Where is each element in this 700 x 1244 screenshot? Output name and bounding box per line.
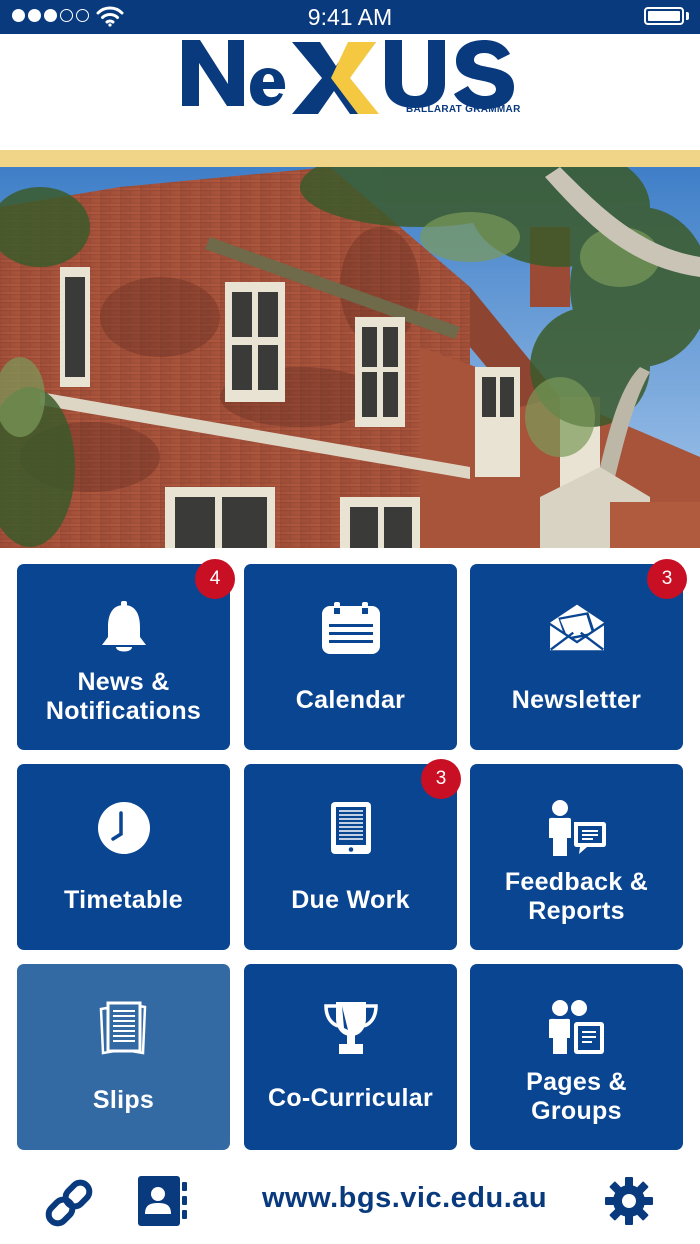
bell-icon — [94, 600, 154, 656]
gear-icon[interactable] — [604, 1176, 654, 1226]
link-icon[interactable] — [42, 1176, 96, 1230]
tile-label: Newsletter — [511, 686, 642, 714]
school-building-photo — [0, 167, 700, 548]
notification-badge: 3 — [647, 559, 687, 599]
trophy-icon — [321, 1000, 381, 1056]
feedback-icon — [547, 800, 607, 856]
footer-bar: www.bgs.vic.edu.au — [0, 1160, 700, 1244]
notification-badge: 4 — [195, 559, 235, 599]
app-header: BALLARAT GRAMMAR — [0, 34, 700, 151]
tile-label: Timetable — [64, 886, 183, 914]
gold-divider — [0, 150, 700, 167]
tile-label: Slips — [92, 1086, 155, 1114]
slips-icon — [94, 1000, 154, 1056]
tile-label: Calendar — [295, 686, 406, 714]
envelope-icon — [547, 600, 607, 656]
tile-newsletter[interactable]: Newsletter 3 — [470, 559, 687, 750]
tile-label: Due Work — [291, 886, 410, 914]
nexus-logo: BALLARAT GRAMMAR — [180, 34, 520, 116]
tablet-icon — [321, 800, 381, 856]
notification-badge: 3 — [421, 759, 461, 799]
tile-pages-groups[interactable]: Pages & Groups — [470, 964, 683, 1150]
contacts-icon[interactable] — [136, 1174, 190, 1228]
tile-label: News & Notifications — [45, 668, 202, 725]
status-bar: 9:41 AM — [0, 0, 700, 34]
status-time: 9:41 AM — [307, 4, 393, 30]
tile-timetable[interactable]: Timetable — [17, 764, 230, 950]
clock-icon — [94, 800, 154, 856]
tile-slips[interactable]: Slips — [17, 964, 230, 1150]
tile-label: Pages & Groups — [526, 1068, 627, 1125]
groups-icon — [547, 1000, 607, 1056]
website-link[interactable]: www.bgs.vic.edu.au — [262, 1182, 547, 1215]
logo-subtitle: BALLARAT GRAMMAR — [406, 104, 521, 115]
tile-feedback-reports[interactable]: Feedback & Reports — [470, 764, 683, 950]
tile-due-work[interactable]: Due Work 3 — [244, 759, 461, 950]
tile-co-curricular[interactable]: Co-Curricular — [244, 964, 457, 1150]
tile-news-notifications[interactable]: News & Notifications 4 — [17, 559, 235, 750]
tile-label: Co-Curricular — [267, 1084, 434, 1112]
calendar-icon — [321, 600, 381, 656]
battery-icon — [644, 7, 684, 25]
tile-calendar[interactable]: Calendar — [244, 564, 457, 750]
tile-label: Feedback & Reports — [504, 868, 649, 925]
